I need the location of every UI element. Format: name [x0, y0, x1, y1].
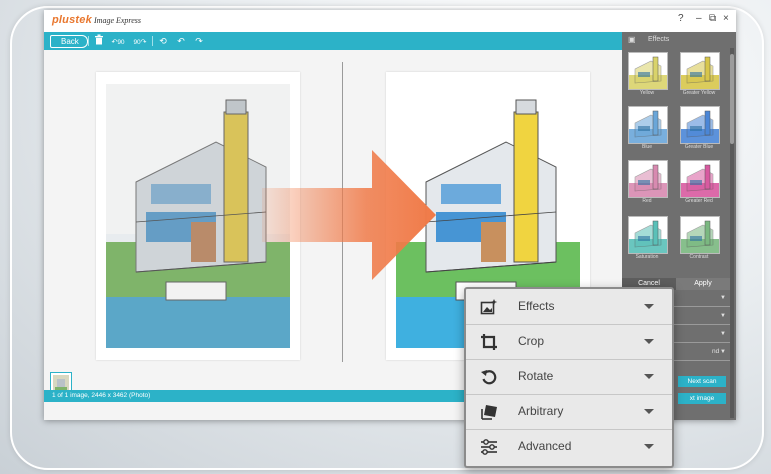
toolbar-separator	[88, 36, 89, 46]
next-scan-button[interactable]: Next scan	[678, 376, 726, 387]
chevron-down-icon: ▼	[720, 295, 726, 301]
effect-greater-blue[interactable]	[680, 106, 720, 144]
toolbar: Back ↶90 90↷ ⟲ ↶ ↷	[44, 32, 622, 50]
apply-button[interactable]: Apply	[676, 278, 730, 290]
chevron-down-icon	[644, 339, 654, 344]
transform-arrow-icon	[262, 150, 436, 280]
rotate-icon	[481, 370, 497, 385]
next-image-button[interactable]: xt image	[678, 393, 726, 404]
chevron-down-icon	[644, 444, 654, 449]
menu-item-label: Advanced	[518, 439, 572, 453]
effect-contrast[interactable]	[680, 216, 720, 254]
chevron-down-icon: ▼	[720, 331, 726, 337]
effect-greater-yellow[interactable]	[680, 52, 720, 90]
rotate-left-90-icon[interactable]: ↶90	[108, 34, 128, 48]
back-button[interactable]: Back	[50, 35, 88, 48]
brand-logo: plustek	[52, 14, 92, 26]
menu-item-advanced[interactable]: Advanced	[466, 429, 672, 464]
menu-item-arbitrary[interactable]: Arbitrary	[466, 394, 672, 430]
delete-icon[interactable]	[92, 34, 106, 48]
restore-button[interactable]: ⧉	[709, 13, 716, 24]
close-button[interactable]: ×	[723, 13, 729, 24]
rotate-left-label: 90	[117, 39, 125, 46]
arbitrary-icon	[481, 405, 497, 420]
chevron-down-icon	[644, 304, 654, 309]
redo-icon[interactable]: ↷	[192, 34, 206, 48]
effect-label: Saturation	[635, 254, 659, 260]
chevron-down-icon	[644, 409, 654, 414]
effect-label: Contrast	[689, 254, 709, 260]
chevron-down-icon: ▼	[720, 313, 726, 319]
effects-panel-title: Effects	[648, 36, 670, 43]
menu-item-label: Arbitrary	[518, 404, 564, 418]
effect-yellow[interactable]	[628, 52, 668, 90]
panel-header: ▣ Effects	[622, 32, 736, 48]
menu-item-rotate[interactable]: Rotate	[466, 359, 672, 395]
effects-panel-icon: ▣	[628, 35, 636, 44]
help-button[interactable]: ?	[678, 13, 684, 24]
effect-saturation[interactable]	[628, 216, 668, 254]
menu-item-label: Rotate	[518, 369, 554, 383]
crop-icon	[481, 334, 497, 350]
undo-icon[interactable]: ↶	[174, 34, 188, 48]
effect-label: Blue	[641, 144, 652, 150]
effect-label: Red	[642, 198, 652, 204]
panel-scrollbar[interactable]	[730, 48, 734, 418]
effect-thumbnail	[681, 53, 719, 89]
effect-thumbnail	[681, 107, 719, 143]
effect-thumbnail	[681, 217, 719, 253]
toolbar-separator	[152, 36, 153, 46]
app-name: Image Express	[94, 16, 142, 25]
panel-row-label: nd	[712, 348, 720, 355]
effect-thumbnail	[629, 53, 667, 89]
effects-icon	[480, 299, 498, 315]
menu-item-label: Crop	[518, 334, 545, 348]
effect-label: Greater Blue	[684, 144, 714, 150]
effect-blue[interactable]	[628, 106, 668, 144]
effect-thumbnail	[629, 161, 667, 197]
advanced-icon	[481, 439, 497, 455]
effect-label: Greater Yellow	[682, 90, 716, 96]
menu-item-label: Effects	[518, 299, 555, 313]
edit-tools-menu: Effects Crop Rotate Arbitrary Advanced	[464, 287, 674, 468]
effect-thumbnail	[629, 107, 667, 143]
chevron-down-icon	[644, 374, 654, 379]
rotate-right-label: 90	[133, 39, 141, 46]
menu-item-effects[interactable]: Effects	[466, 289, 672, 325]
effect-red[interactable]	[628, 160, 668, 198]
title-bar: plustek Image Express ? – ⧉ ×	[44, 10, 736, 32]
effect-thumbnail	[629, 217, 667, 253]
effect-greater-red[interactable]	[680, 160, 720, 198]
effect-label: Yellow	[639, 90, 655, 96]
effect-label: Greater Red	[685, 198, 713, 204]
effect-thumbnail	[681, 161, 719, 197]
flip-icon[interactable]: ⟲	[156, 34, 170, 48]
rotate-right-90-icon[interactable]: 90↷	[130, 34, 150, 48]
menu-item-crop[interactable]: Crop	[466, 324, 672, 360]
minimize-button[interactable]: –	[696, 13, 702, 24]
scroll-thumb[interactable]	[730, 54, 734, 144]
chevron-down-icon: ▼	[720, 349, 726, 355]
